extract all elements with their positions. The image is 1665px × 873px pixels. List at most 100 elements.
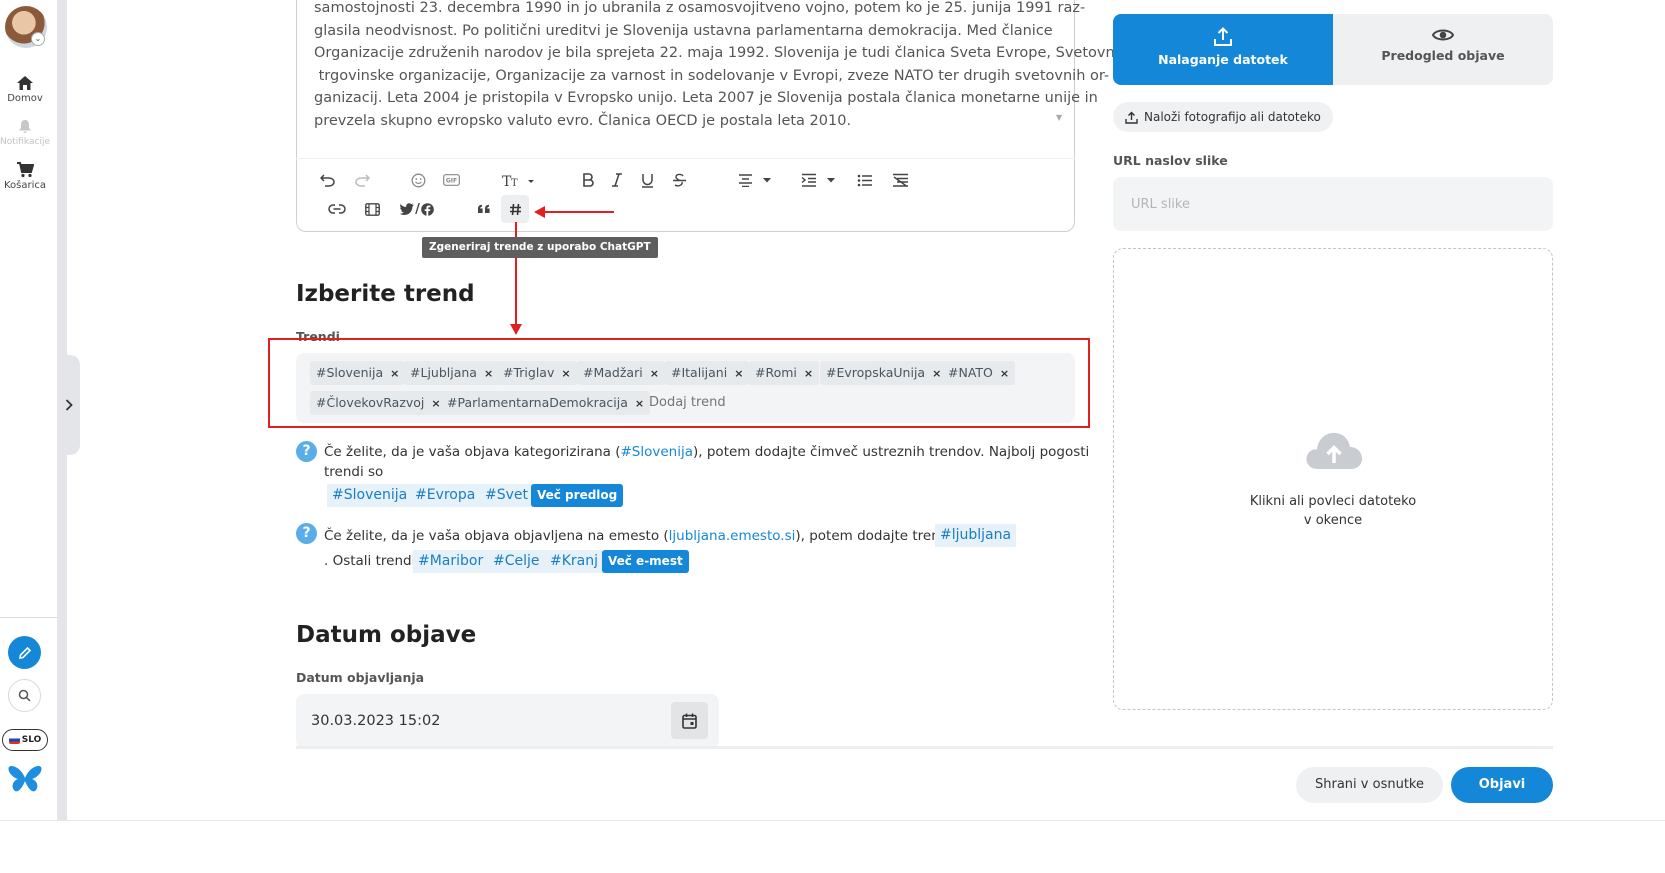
annotation-arrow <box>544 211 614 213</box>
search-button[interactable] <box>8 679 41 712</box>
video-button[interactable] <box>360 197 384 221</box>
svg-text:GIF: GIF <box>445 178 456 185</box>
more-suggestions-button[interactable]: Več predlog <box>531 484 624 507</box>
tab-upload-label: Nalaganje datotek <box>1158 52 1288 67</box>
dropzone-line: v okence <box>1303 513 1363 528</box>
help-icon: ? <box>296 441 317 462</box>
slovenia-flag-icon <box>8 736 20 744</box>
expand-sidebar-button[interactable] <box>58 355 80 455</box>
home-icon <box>17 76 33 90</box>
upload-icon <box>1214 27 1232 46</box>
upload-file-button[interactable]: Naloži fotografijo ali datoteko <box>1113 102 1333 132</box>
sidebar-item-notifications[interactable]: Notifikacije <box>0 119 50 147</box>
redo-icon <box>354 173 370 187</box>
search-icon <box>18 689 31 702</box>
city-trend-chip[interactable]: #Maribor <box>413 550 489 573</box>
city-trend-chip[interactable]: #Celje <box>488 550 545 573</box>
sidebar-item-label: Notifikacije <box>0 137 50 147</box>
bold-button[interactable] <box>576 168 600 192</box>
social-embed-button[interactable]: / <box>397 197 437 221</box>
gif-button[interactable]: GIF <box>439 168 463 192</box>
bullet-list-icon <box>857 174 872 186</box>
upload-icon <box>1125 111 1138 124</box>
toolbar-divider <box>296 158 1075 159</box>
chevron-right-icon <box>65 399 73 411</box>
city-trend-chip[interactable]: #Kranj <box>545 550 604 573</box>
resize-caret-icon[interactable]: ▼ <box>1056 113 1062 122</box>
align-button[interactable] <box>733 168 757 192</box>
indent-button[interactable] <box>797 168 821 192</box>
save-draft-button[interactable]: Shrani v osnutke <box>1296 767 1443 803</box>
link-icon <box>328 204 346 214</box>
left-sidebar: ⌄ Domov Notifikacije Košarica SLO <box>0 0 58 821</box>
publish-date-label: Datum objavljanja <box>296 670 425 685</box>
smiley-icon <box>411 173 425 187</box>
language-selector[interactable]: SLO <box>2 729 48 751</box>
hint-text: trendi so <box>324 464 384 480</box>
strikethrough-button[interactable] <box>667 168 691 192</box>
italic-button[interactable] <box>605 168 629 192</box>
clear-format-button[interactable] <box>888 168 912 192</box>
tab-preview-label: Predogled objave <box>1381 48 1505 63</box>
page: ⌄ Domov Notifikacije Košarica SLO samost… <box>0 0 1665 873</box>
editor-line: trgovinske organizacije, Organizacije za… <box>314 67 1110 84</box>
popular-trend-chip[interactable]: #Evropa <box>410 484 481 507</box>
underline-icon <box>641 173 653 188</box>
facebook-icon <box>421 202 434 216</box>
editor-line: prevzela skupno evropsko valuto evro. Čl… <box>314 112 852 129</box>
butterfly-logo-icon[interactable] <box>7 764 43 798</box>
caret-down-icon <box>827 177 835 182</box>
calendar-button[interactable] <box>671 702 708 739</box>
align-dropdown[interactable] <box>760 168 774 192</box>
file-dropzone[interactable]: Klikni ali povleci datoteko v okence <box>1113 248 1553 710</box>
sidebar-item-cart[interactable]: Košarica <box>0 162 50 191</box>
bullet-list-button[interactable] <box>853 168 877 192</box>
editor-line: ganizacij. Leta 2004 je pristopila v Evr… <box>314 90 1098 107</box>
tab-preview[interactable]: Predogled objave <box>1333 14 1553 85</box>
link-button[interactable] <box>325 197 349 221</box>
indent-dropdown[interactable] <box>824 168 838 192</box>
image-url-input[interactable] <box>1113 177 1553 231</box>
popular-trend-chip[interactable]: #Svet <box>480 484 534 507</box>
emoji-button[interactable] <box>406 168 430 192</box>
cloud-upload-icon <box>1306 432 1362 469</box>
annotation-arrowhead <box>534 206 545 218</box>
calendar-icon <box>682 713 697 729</box>
hint-link-emesto[interactable]: ljubljana.emesto.si <box>669 528 796 544</box>
hint-text: ), potem dodajte čimveč ustreznih trendo… <box>693 444 1090 460</box>
align-center-icon <box>738 174 752 187</box>
tab-upload[interactable]: Nalaganje datotek <box>1113 14 1333 85</box>
publish-button[interactable]: Objavi <box>1451 767 1553 803</box>
city-trend-chip[interactable]: #ljubljana <box>935 524 1017 547</box>
trends-title: Izberite trend <box>296 281 475 307</box>
generate-trends-button[interactable] <box>501 195 529 223</box>
more-cities-button[interactable]: Več e-mest <box>602 550 689 573</box>
underline-button[interactable] <box>635 168 659 192</box>
film-icon <box>364 202 380 216</box>
quote-button[interactable] <box>472 197 496 221</box>
chevron-down-icon[interactable]: ⌄ <box>31 32 45 46</box>
hint-link-slovenija[interactable]: #Slovenija <box>620 444 693 460</box>
hint-text: Če želite, da je vaša objava objavljena … <box>324 528 669 544</box>
create-post-button[interactable] <box>8 636 41 669</box>
redo-button[interactable] <box>350 168 374 192</box>
annotation-highlight-box <box>268 338 1090 428</box>
upload-file-label: Naloži fotografijo ali datoteko <box>1144 110 1321 124</box>
editor-line: glasila neodvisnost. Po politični uredit… <box>314 22 1053 39</box>
undo-button[interactable] <box>315 168 339 192</box>
sidebar-item-home[interactable]: Domov <box>0 75 50 104</box>
undo-icon <box>319 173 335 187</box>
sidebar-divider <box>0 617 58 618</box>
dropzone-line: Klikni ali povleci datoteko <box>1249 494 1417 509</box>
help-icon: ? <box>296 523 317 544</box>
svg-text:T: T <box>511 178 518 187</box>
page-bottom-border <box>0 820 1665 821</box>
caret-down-icon <box>763 177 771 182</box>
hint-text: ), potem dodajte trend <box>795 528 949 544</box>
font-size-dropdown[interactable]: TT <box>500 168 538 192</box>
hint-text: . Ostali trendi <box>324 553 416 569</box>
indent-icon <box>801 173 816 187</box>
popular-trend-chip[interactable]: #Slovenija <box>327 484 413 507</box>
hint-categorize: Če želite, da je vaša objava kategorizir… <box>324 442 1089 462</box>
editor-content[interactable]: samostojnosti 23. decembra 1990 in jo ub… <box>314 0 1124 133</box>
